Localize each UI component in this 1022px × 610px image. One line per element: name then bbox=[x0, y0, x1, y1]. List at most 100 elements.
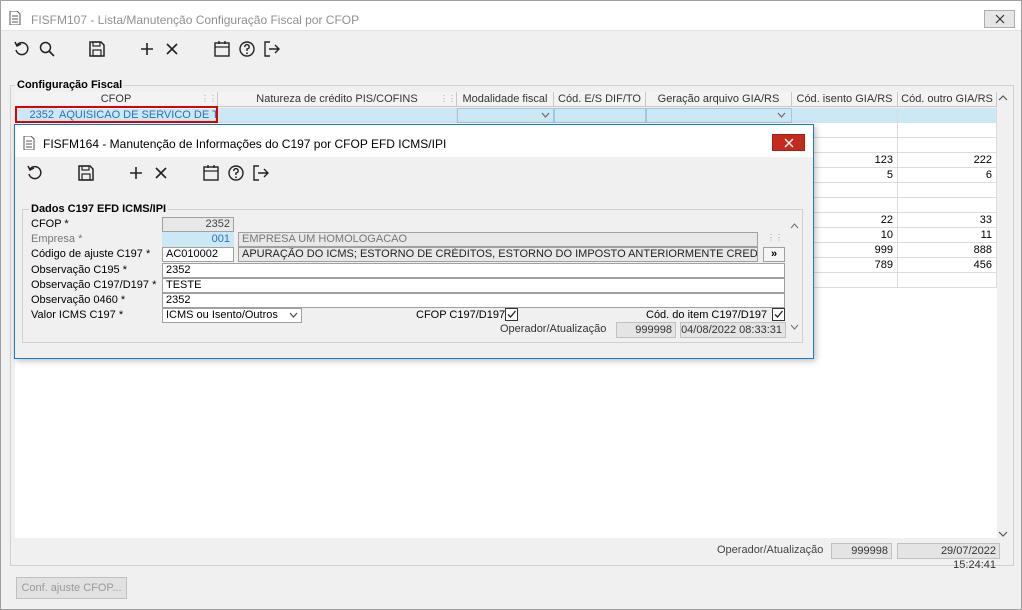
refresh-icon bbox=[14, 41, 29, 56]
delete-icon bbox=[166, 43, 178, 55]
dialog-delete-button[interactable] bbox=[150, 162, 172, 184]
calendar-button[interactable] bbox=[211, 38, 233, 60]
dialog-operator-field: 999998 bbox=[616, 322, 676, 338]
ajuste-desc-field: APURAÇÃO DO ICMS; ESTORNO DE CRÉDITOS, E… bbox=[238, 247, 758, 262]
scroll-down-icon[interactable] bbox=[998, 530, 1008, 538]
valor-icms-select[interactable]: ICMS ou Isento/Outros bbox=[162, 308, 302, 323]
filter-icon[interactable]: ⋮⋮ bbox=[201, 93, 217, 105]
outro-cell[interactable] bbox=[898, 108, 997, 123]
search-button[interactable] bbox=[36, 38, 58, 60]
scroll-down-icon[interactable] bbox=[790, 324, 799, 331]
help-icon bbox=[228, 165, 244, 181]
col-header-label: Cód. isento GIA/RS bbox=[796, 93, 893, 105]
col-header-label: Natureza de crédito PIS/COFINS bbox=[256, 93, 418, 105]
close-icon bbox=[995, 14, 1004, 24]
col-header-label: Cód. outro GIA/RS bbox=[901, 93, 993, 105]
obs-c195-field[interactable]: 2352 bbox=[162, 263, 785, 278]
col-header-isento[interactable]: Cód. isento GIA/RS bbox=[792, 92, 898, 107]
group-label: Configuração Fiscal bbox=[15, 79, 125, 91]
status-operator: 999998 bbox=[831, 543, 892, 559]
cfop-c197-label: CFOP C197/D197 bbox=[416, 309, 506, 321]
exit-icon bbox=[253, 165, 269, 181]
window-title: FISFM107 - Lista/Manutenção Configuração… bbox=[31, 13, 360, 27]
dialog-save-button[interactable] bbox=[75, 162, 97, 184]
dialog-calendar-button[interactable] bbox=[200, 162, 222, 184]
filter-icon[interactable]: ⋮⋮ bbox=[767, 233, 783, 242]
obs-c197-label: Observação C197/D197 * bbox=[31, 279, 157, 291]
obs-c197-field[interactable]: TESTE bbox=[162, 278, 785, 293]
scroll-up-icon[interactable] bbox=[998, 94, 1008, 102]
save-icon bbox=[78, 165, 94, 181]
outro-cell: 33 bbox=[898, 213, 997, 228]
scroll-up-icon[interactable] bbox=[790, 222, 799, 229]
col-header-cod-es[interactable]: Cód. E/S DIF/TO bbox=[554, 92, 646, 107]
dialog-title: FISFM164 - Manutenção de Informações do … bbox=[43, 137, 447, 151]
title-bar: FISFM107 - Lista/Manutenção Configuração… bbox=[1, 1, 1021, 31]
cfop-cell[interactable]: 2352 AQUISICAO DE SERVICO DE TRA bbox=[15, 106, 218, 123]
dialog-refresh-button[interactable] bbox=[24, 162, 46, 184]
chevron-down-icon bbox=[289, 312, 298, 318]
col-header-label: CFOP bbox=[100, 93, 132, 105]
add-icon bbox=[141, 43, 153, 55]
ajuste-label: Código de ajuste C197 * bbox=[31, 248, 151, 260]
empresa-name-field: EMPRESA UM HOMOLOGACAO bbox=[238, 232, 758, 247]
col-header-geracao[interactable]: Geração arquivo GIA/RS bbox=[646, 92, 792, 107]
table-row-selected[interactable]: 2352 AQUISICAO DE SERVICO DE TRA bbox=[15, 106, 997, 123]
col-header-label: Geração arquivo GIA/RS bbox=[657, 93, 780, 105]
status-timestamp: 29/07/2022 15:24:41 bbox=[897, 543, 1000, 571]
cod-item-checkbox[interactable] bbox=[772, 308, 785, 321]
ajuste-lookup-button[interactable]: » bbox=[763, 247, 785, 262]
grid-scrollbar[interactable] bbox=[997, 92, 1009, 542]
cfop-field: 2352 bbox=[162, 217, 234, 232]
obs-0460-label: Observação 0460 * bbox=[31, 294, 126, 306]
ajuste-code-field[interactable]: AC010002 bbox=[162, 247, 234, 262]
outro-cell: 11 bbox=[898, 228, 997, 243]
col-header-natureza[interactable]: Natureza de crédito PIS/COFINS ⋮⋮ bbox=[218, 92, 457, 107]
save-button[interactable] bbox=[86, 38, 108, 60]
modalidade-select[interactable] bbox=[457, 108, 554, 123]
conf-ajuste-cfop-button[interactable]: Conf. ajuste CFOP... bbox=[16, 577, 127, 599]
chevron-down-icon bbox=[777, 112, 786, 118]
outro-cell: 6 bbox=[898, 168, 997, 183]
dialog-operator-label: Operador/Atualização bbox=[500, 323, 607, 335]
obs-0460-field[interactable]: 2352 bbox=[162, 293, 785, 308]
add-button[interactable] bbox=[136, 38, 158, 60]
obs-c195-label: Observação C195 * bbox=[31, 264, 127, 276]
dialog-exit-button[interactable] bbox=[250, 162, 272, 184]
cfop-c197-checkbox[interactable] bbox=[505, 308, 518, 321]
dialog-timestamp-field: 04/08/2022 08:33:31 bbox=[680, 322, 786, 338]
empresa-code-field[interactable]: 001 bbox=[162, 232, 234, 247]
empresa-label: Empresa * bbox=[31, 233, 83, 245]
help-icon bbox=[239, 41, 255, 57]
natureza-cell[interactable] bbox=[218, 108, 457, 123]
save-icon bbox=[89, 41, 105, 57]
outro-cell bbox=[898, 273, 997, 288]
col-header-label: Modalidade fiscal bbox=[462, 93, 548, 105]
cod-es-cell[interactable] bbox=[554, 108, 646, 123]
outro-cell: 456 bbox=[898, 258, 997, 273]
delete-button[interactable] bbox=[161, 38, 183, 60]
help-button[interactable] bbox=[236, 38, 258, 60]
check-icon bbox=[774, 310, 783, 318]
exit-button[interactable] bbox=[261, 38, 283, 60]
valor-icms-value: ICMS ou Isento/Outros bbox=[166, 309, 278, 321]
valor-icms-label: Valor ICMS C197 * bbox=[31, 309, 124, 321]
cfop-code: 2352 bbox=[17, 108, 57, 121]
cod-item-label: Cód. do item C197/D197 bbox=[646, 309, 768, 321]
exit-icon bbox=[264, 41, 280, 57]
filter-icon[interactable]: ⋮⋮ bbox=[440, 93, 456, 105]
isento-cell[interactable] bbox=[792, 108, 898, 123]
col-header-cfop[interactable]: CFOP ⋮⋮ bbox=[15, 92, 218, 107]
chevron-down-icon bbox=[541, 112, 550, 118]
refresh-icon bbox=[27, 165, 42, 180]
geracao-select[interactable] bbox=[646, 108, 792, 123]
window-close-button[interactable] bbox=[984, 10, 1015, 28]
dialog-help-button[interactable] bbox=[225, 162, 247, 184]
refresh-button[interactable] bbox=[11, 38, 33, 60]
dialog-close-button[interactable] bbox=[772, 134, 805, 151]
cfop-description: AQUISICAO DE SERVICO DE TRA bbox=[57, 109, 216, 121]
col-header-modalidade[interactable]: Modalidade fiscal bbox=[457, 92, 554, 107]
dialog-add-button[interactable] bbox=[125, 162, 147, 184]
col-header-outro[interactable]: Cód. outro GIA/RS bbox=[898, 92, 997, 107]
calendar-icon bbox=[203, 165, 219, 181]
